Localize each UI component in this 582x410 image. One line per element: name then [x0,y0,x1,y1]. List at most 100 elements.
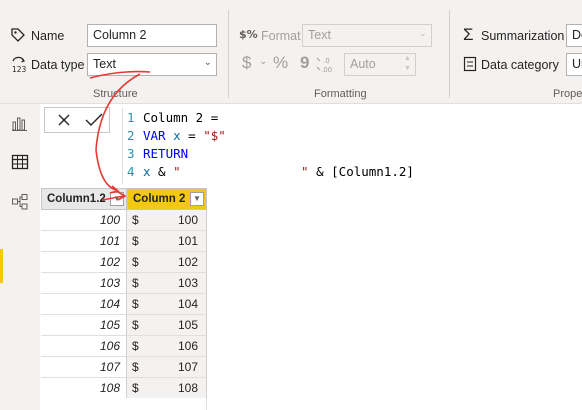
data-category-icon [463,56,477,77]
commit-button[interactable] [85,113,103,132]
currency-symbol: $ [132,339,139,353]
column-header-column1-2[interactable]: Column1.2 ▼ [41,188,127,210]
column-header-label: Column 2 [133,193,186,205]
decimal-places-icon[interactable]: .0.00 [315,55,339,78]
line-number: 4 [127,164,135,179]
keyword-text: VAR [143,128,174,143]
column-2-cell[interactable]: $107 [127,357,207,378]
name-input[interactable]: Column 2 [87,24,217,47]
currency-symbol: $ [132,381,139,395]
percent-icon[interactable]: % [273,53,288,73]
model-icon [12,194,28,210]
column1-2-cell[interactable]: 101 [41,231,127,252]
report-view-button[interactable] [0,106,40,142]
column-2-cell[interactable]: $103 [127,273,207,294]
cell-value: 101 [177,234,198,248]
cell-value: 106 [177,339,198,353]
data-category-label: Data category [481,58,559,72]
column-2-cell[interactable]: $104 [127,294,207,315]
currency-symbol: $ [132,318,139,332]
bar-chart-icon [12,117,27,131]
checkmark-icon [85,113,103,126]
formula-actions [44,107,110,133]
line-number: 3 [127,146,135,161]
data-type-label: Data type [31,58,85,72]
properties-group-label: Prope [553,88,582,100]
formatting-group-label: Formatting [314,88,367,100]
code-text: & [150,164,174,179]
column1-2-cell[interactable]: 103 [41,273,127,294]
svg-text:.00: .00 [321,66,332,73]
sigma-icon: Σ [463,25,474,44]
data-type-value: Text [93,57,116,71]
column-header-column-2[interactable]: Column 2 ▼ [127,188,207,210]
ribbon: Name Column 2 123 Data type Text ⌄ Struc… [0,0,582,104]
currency-symbol: $ [132,360,139,374]
currency-symbol: $ [132,255,139,269]
column-2-cell[interactable]: $106 [127,336,207,357]
string-text: "$" [203,128,226,143]
line-number: 2 [127,128,135,143]
spinner-icon[interactable]: ▲ ▼ [404,54,411,74]
chevron-down-icon: ⌄ [418,28,427,39]
code-text: = [180,128,204,143]
currency-symbol: $ [132,213,139,227]
model-view-button[interactable] [0,184,40,220]
cell-value: 107 [177,360,198,374]
column-2-cell[interactable]: $105 [127,315,207,336]
table-grid-icon [11,154,29,170]
column1-2-cell[interactable]: 104 [41,294,127,315]
svg-text:$%: $% [239,28,258,41]
code-text: & [Column1.2] [308,164,414,179]
data-type-select[interactable]: Text ⌄ [87,53,217,76]
column-2-cell[interactable]: $100 [127,210,207,231]
divider [228,10,229,98]
format-label: Format [261,29,301,43]
comma-icon[interactable]: 9 [300,53,309,73]
filter-dropdown-icon[interactable]: ▼ [110,192,124,206]
column1-2-cell[interactable]: 108 [41,378,127,399]
column1-2-cell[interactable]: 102 [41,252,127,273]
data-category-select[interactable]: Ur [566,53,582,76]
cell-value: 104 [177,297,198,311]
formula-line: 1 Column 2 = [127,109,218,127]
variable-text: x [143,164,151,179]
filter-dropdown-icon[interactable]: ▼ [190,192,204,206]
tag-icon [10,27,26,48]
format-select[interactable]: Text ⌄ [302,24,432,47]
code-text: Column 2 = [143,110,219,125]
column-2-cell[interactable]: $102 [127,252,207,273]
currency-symbol: $ [132,234,139,248]
summarization-label: Summarization [481,29,565,43]
column1-2-cell[interactable]: 100 [41,210,127,231]
cancel-button[interactable] [57,113,71,132]
data-view-button[interactable] [0,144,40,180]
column-2-cell[interactable]: $108 [127,378,207,399]
cell-value: 103 [177,276,198,290]
chevron-down-icon: ⌄ [259,56,268,67]
line-number: 1 [127,110,135,125]
keyword-text: RETURN [143,146,189,161]
view-switcher [0,104,40,410]
column-2-cell[interactable]: $101 [127,231,207,252]
svg-text:123: 123 [12,65,27,74]
cell-value: 108 [177,381,198,395]
formula-line: 2 VAR x = "$" [127,127,226,145]
data-type-icon: 123 [10,56,28,79]
svg-text:.0: .0 [323,57,330,65]
format-icon: $% [239,26,259,47]
cell-value: 100 [177,213,198,227]
column-header-label: Column1.2 [47,193,106,205]
column1-2-cell[interactable]: 107 [41,357,127,378]
currency-icon[interactable]: $ [242,53,251,73]
variable-text: x [173,128,181,143]
column1-2-cell[interactable]: 106 [41,336,127,357]
name-label: Name [31,29,65,43]
structure-group-label: Structure [93,88,138,100]
column1-2-cell[interactable]: 105 [41,315,127,336]
summarization-select[interactable]: Do [566,24,582,47]
currency-symbol: $ [132,276,139,290]
format-value: Text [308,28,331,42]
table-empty-area [41,398,207,410]
dax-formula-editor[interactable]: 1 Column 2 = 2 VAR x = "$" 3 RETURN 4x & " … [122,108,582,184]
